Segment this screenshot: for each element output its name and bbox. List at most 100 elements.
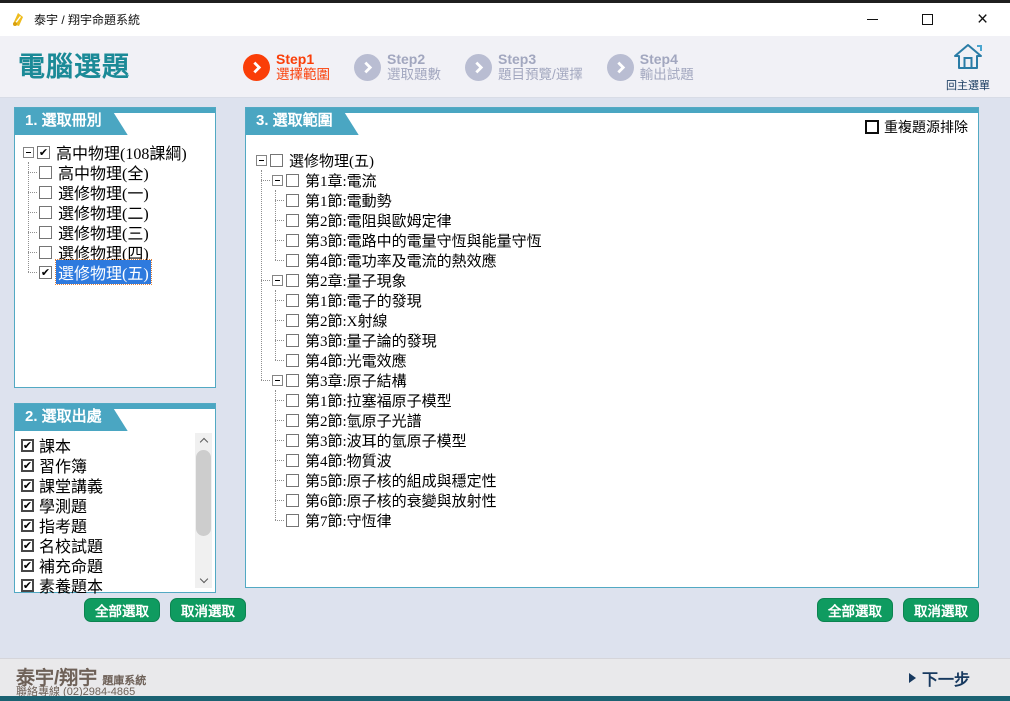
tree-expand-toggle[interactable] [272, 275, 283, 286]
page-title: 電腦選題 [18, 36, 130, 98]
tree-node: 第2節:氫原子光譜 [284, 410, 976, 430]
step-item-1[interactable]: Step1選擇範圍 [243, 52, 330, 82]
tree-label[interactable]: 第1節:電動勢 [303, 190, 394, 211]
tree-checkbox[interactable] [286, 494, 299, 507]
tree-checkbox[interactable] [286, 314, 299, 327]
source-item[interactable]: ✔學測題 [21, 495, 191, 515]
tree-checkbox[interactable] [286, 374, 299, 387]
tree-checkbox[interactable]: ✔ [21, 519, 34, 532]
tree-checkbox[interactable] [286, 394, 299, 407]
tree-checkbox[interactable]: ✔ [39, 266, 52, 279]
step-item-2[interactable]: Step2選取題數 [354, 52, 441, 82]
next-step-button[interactable]: 下一步 [909, 659, 970, 697]
tree-label[interactable]: 第6節:原子核的衰變與放射性 [303, 490, 499, 511]
source-item[interactable]: ✔課堂講義 [21, 475, 191, 495]
tree-label[interactable]: 第4節:電功率及電流的熱效應 [303, 250, 499, 271]
tree-expand-toggle[interactable] [272, 175, 283, 186]
tree-checkbox[interactable]: ✔ [37, 146, 50, 159]
source-item[interactable]: ✔指考題 [21, 515, 191, 535]
tree-label[interactable]: 選修物理(五) [56, 260, 151, 284]
tree-checkbox[interactable]: ✔ [21, 559, 34, 572]
tree-checkbox[interactable] [286, 414, 299, 427]
tree-label[interactable]: 第4節:物質波 [303, 450, 394, 471]
tree-checkbox[interactable] [39, 206, 52, 219]
source-item[interactable]: ✔習作簿 [21, 455, 191, 475]
tree-node: 第3節:量子論的發現 [284, 330, 976, 350]
tree-label[interactable]: 第3章:原子結構 [303, 370, 409, 391]
scroll-down-button[interactable] [195, 573, 212, 588]
source-select-all-button[interactable]: 全部選取 [84, 598, 160, 622]
tree-checkbox[interactable] [286, 354, 299, 367]
tree-checkbox[interactable] [286, 194, 299, 207]
tree-label[interactable]: 第2節:電阻與歐姆定律 [303, 210, 454, 231]
tree-label[interactable]: 第5節:原子核的組成與穩定性 [303, 470, 499, 491]
tree-checkbox[interactable] [39, 186, 52, 199]
tree-label[interactable]: 第3節:量子論的發現 [303, 330, 439, 351]
tree-checkbox[interactable] [286, 454, 299, 467]
scroll-up-button[interactable] [195, 433, 212, 448]
tree-checkbox[interactable] [286, 174, 299, 187]
tree-node: 第2章:量子現象 [270, 270, 976, 290]
tree-checkbox[interactable]: ✔ [21, 459, 34, 472]
minimize-button[interactable] [845, 3, 900, 36]
source-deselect-all-button[interactable]: 取消選取 [170, 598, 246, 622]
tree-label[interactable]: 第2章:量子現象 [303, 270, 409, 291]
tree-connector [275, 200, 284, 201]
tree-checkbox[interactable] [286, 474, 299, 487]
tree-label[interactable]: 第1章:電流 [303, 170, 379, 191]
tree-label[interactable]: 第2節:X射線 [303, 310, 390, 331]
maximize-button[interactable] [900, 3, 955, 36]
source-item[interactable]: ✔課本 [21, 435, 191, 455]
chapter-group: 第1章:電流第1節:電動勢第2節:電阻與歐姆定律第3節:電路中的電量守恆與能量守… [270, 170, 976, 270]
scope-select-all-button[interactable]: 全部選取 [817, 598, 893, 622]
tree-label[interactable]: 第3節:電路中的電量守恆與能量守恆 [303, 230, 544, 251]
tree-checkbox[interactable] [39, 166, 52, 179]
tree-label[interactable]: 第7節:守恆律 [303, 510, 394, 531]
source-item[interactable]: ✔補充命題 [21, 555, 191, 575]
tree-checkbox[interactable]: ✔ [21, 579, 34, 592]
tree-checkbox[interactable] [286, 234, 299, 247]
tree-connector [275, 460, 284, 461]
tree-expand-toggle[interactable] [256, 155, 267, 166]
scrollbar-thumb[interactable] [196, 450, 211, 536]
tree-checkbox[interactable] [286, 254, 299, 267]
step-number: Step3 [498, 52, 583, 67]
tree-checkbox[interactable] [286, 514, 299, 527]
tree-checkbox[interactable] [286, 214, 299, 227]
tree-label[interactable]: 第1節:電子的發現 [303, 290, 424, 311]
tree-checkbox[interactable]: ✔ [21, 439, 34, 452]
close-button[interactable]: × [955, 3, 1010, 36]
tree-checkbox[interactable] [286, 434, 299, 447]
dedupe-checkbox[interactable] [865, 120, 879, 134]
tree-checkbox[interactable]: ✔ [21, 479, 34, 492]
step-item-4[interactable]: Step4輸出試題 [607, 52, 694, 82]
tree-expand-toggle[interactable] [272, 375, 283, 386]
tree-label[interactable]: 第1節:拉塞福原子模型 [303, 390, 454, 411]
tree-label[interactable]: 第3節:波耳的氫原子模型 [303, 430, 469, 451]
tree-checkbox[interactable]: ✔ [21, 539, 34, 552]
tree-connector [275, 340, 284, 341]
tree-checkbox[interactable] [286, 334, 299, 347]
scrollbar-track[interactable] [195, 448, 212, 573]
tree-checkbox[interactable] [270, 154, 283, 167]
tree-node: 第2節:電阻與歐姆定律 [284, 210, 976, 230]
tree-node: 選修物理(四) [37, 242, 213, 262]
source-item[interactable]: ✔素養題本 [21, 575, 191, 595]
tree-children: 第1節:電子的發現第2節:X射線第3節:量子論的發現第4節:光電效應 [270, 290, 976, 370]
tree-expand-toggle[interactable] [23, 147, 34, 158]
scrollbar[interactable] [195, 433, 212, 588]
tree-checkbox[interactable] [286, 274, 299, 287]
step-item-3[interactable]: Step3題目預覽/選擇 [465, 52, 583, 82]
tree-checkbox[interactable] [39, 246, 52, 259]
step-number: Step4 [640, 52, 694, 67]
tree-label[interactable]: 第2節:氫原子光譜 [303, 410, 424, 431]
source-item[interactable]: ✔名校試題 [21, 535, 191, 555]
tree-checkbox[interactable]: ✔ [21, 499, 34, 512]
tree-checkbox[interactable] [286, 294, 299, 307]
tree-label[interactable]: 選修物理(五) [287, 150, 376, 171]
tree-node: 第7節:守恆律 [284, 510, 976, 530]
scope-deselect-all-button[interactable]: 取消選取 [903, 598, 979, 622]
home-button[interactable]: 回主選單 [940, 43, 996, 93]
tree-checkbox[interactable] [39, 226, 52, 239]
tree-label[interactable]: 第4節:光電效應 [303, 350, 409, 371]
